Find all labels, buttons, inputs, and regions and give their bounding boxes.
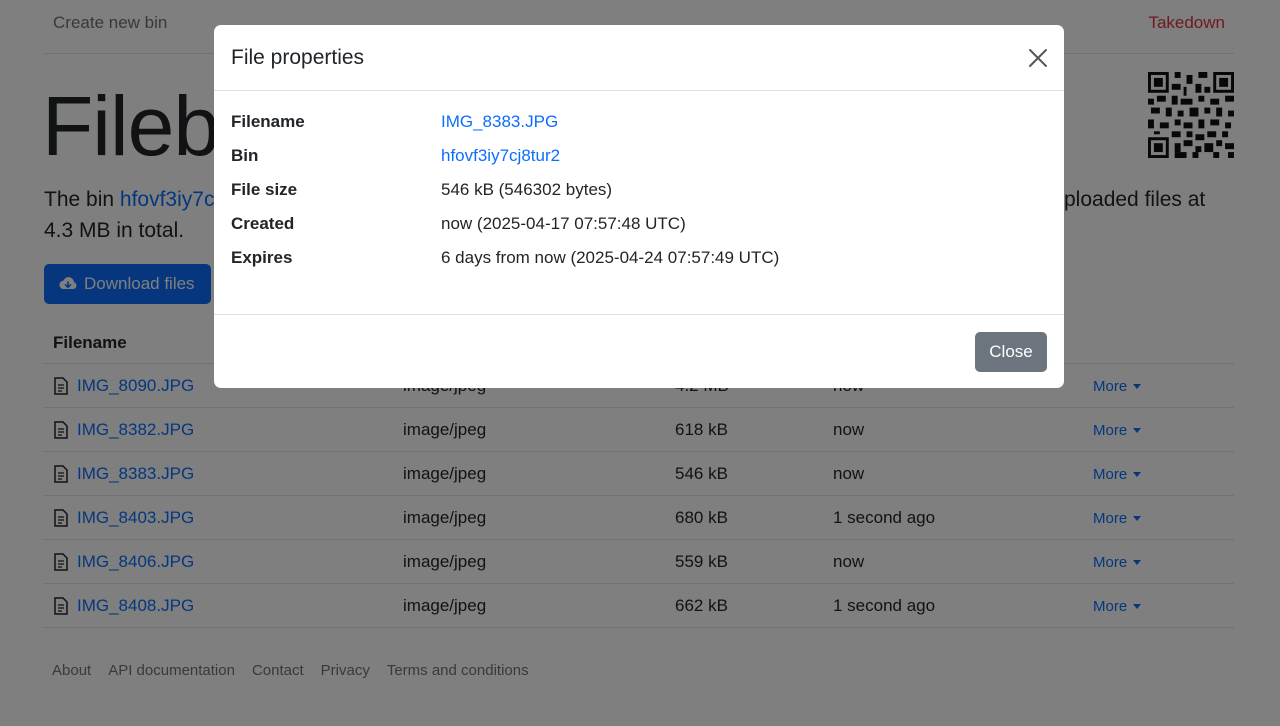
property-key: Created <box>231 214 295 233</box>
modal-footer: Close <box>214 314 1064 388</box>
property-value: now (2025-04-17 07:57:48 UTC) <box>441 214 686 233</box>
property-key: Filename <box>231 112 305 131</box>
property-key: Expires <box>231 248 293 267</box>
file-properties-modal: File properties Filename IMG_8383.JPG Bi… <box>214 25 1064 388</box>
property-key: File size <box>231 180 298 199</box>
property-value-bin-link[interactable]: hfovf3iy7cj8tur2 <box>441 146 560 166</box>
property-value-filename-link[interactable]: IMG_8383.JPG <box>441 112 558 132</box>
modal-title: File properties <box>231 46 365 69</box>
modal-header: File properties <box>214 25 1064 91</box>
property-key: Bin <box>231 146 259 165</box>
modal-body: Filename IMG_8383.JPG Bin hfovf3iy7cj8tu… <box>214 91 1064 314</box>
property-value: 546 kB (546302 bytes) <box>441 180 613 199</box>
close-icon[interactable] <box>1026 46 1050 70</box>
close-button[interactable]: Close <box>975 332 1047 372</box>
property-value: 6 days from now (2025-04-24 07:57:49 UTC… <box>441 248 780 267</box>
